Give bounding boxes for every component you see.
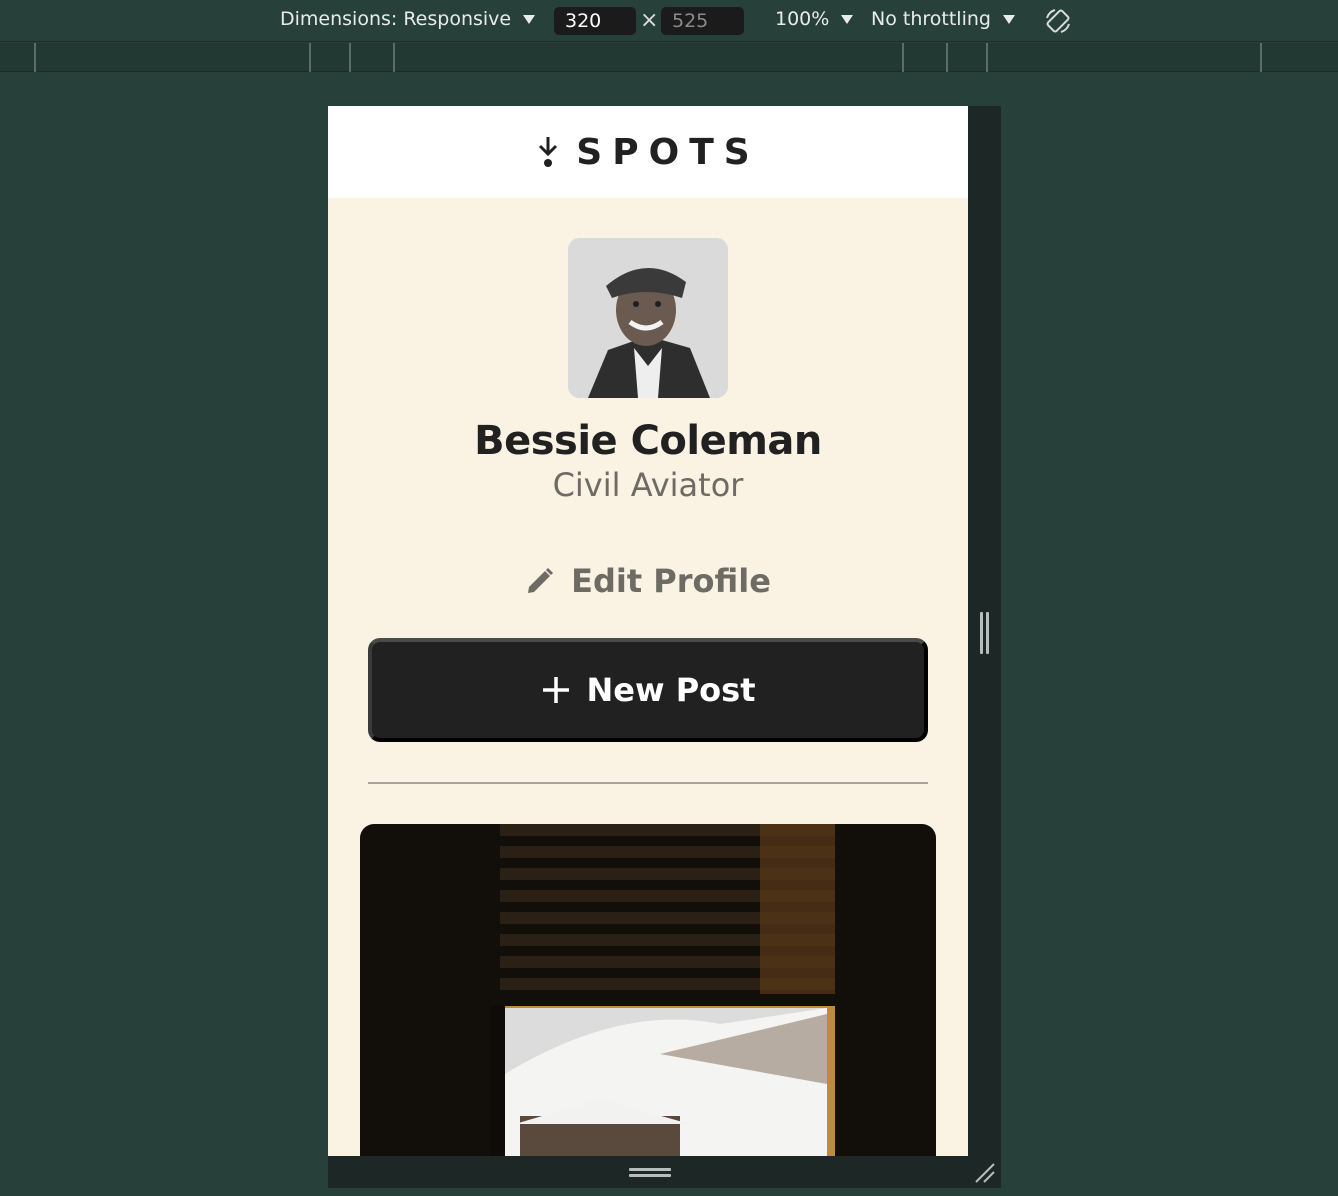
plus-icon [542,677,569,703]
resize-corner-icon[interactable] [972,1160,998,1186]
rotate-icon[interactable] [1043,6,1073,36]
throttling-label: No throttling [871,8,991,30]
device-viewport: SPOTS Bessie Coleman Civil Aviator Edit … [328,106,968,1156]
chevron-down-icon [1002,14,1015,24]
divider [368,782,928,784]
edit-profile-label: Edit Profile [571,562,771,600]
zoom-label: 100% [775,8,830,30]
media-query-ruler[interactable] [0,43,1338,72]
dimensions-label: Dimensions: Responsive [280,8,512,30]
width-input[interactable]: 320 [554,7,636,35]
new-post-button[interactable]: New Post [368,638,928,742]
new-post-label: New Post [586,671,756,709]
devtools-toolbar: Dimensions: Responsive 320 × 525 100% No… [0,0,1338,42]
resize-handle-bottom[interactable] [629,1168,671,1178]
chevron-down-icon [523,14,536,24]
logo-icon [539,137,558,167]
height-input[interactable]: 525 [661,7,744,35]
dimensions-dropdown[interactable]: Dimensions: Responsive [280,8,536,30]
profile-section: Bessie Coleman Civil Aviator Edit Profil… [328,198,968,1156]
throttling-dropdown[interactable]: No throttling [871,8,1015,30]
edit-profile-button[interactable]: Edit Profile [525,562,771,600]
profile-role: Civil Aviator [552,466,744,504]
app-header: SPOTS [328,106,968,198]
times-symbol: × [640,8,659,33]
chevron-down-icon [841,14,854,24]
logo-text: SPOTS [576,131,760,173]
avatar [568,238,728,398]
post-card-image[interactable] [360,824,936,1156]
zoom-dropdown[interactable]: 100% [775,8,854,30]
resize-handle-right[interactable] [980,612,990,654]
profile-name: Bessie Coleman [474,418,822,464]
pencil-icon [528,567,554,593]
